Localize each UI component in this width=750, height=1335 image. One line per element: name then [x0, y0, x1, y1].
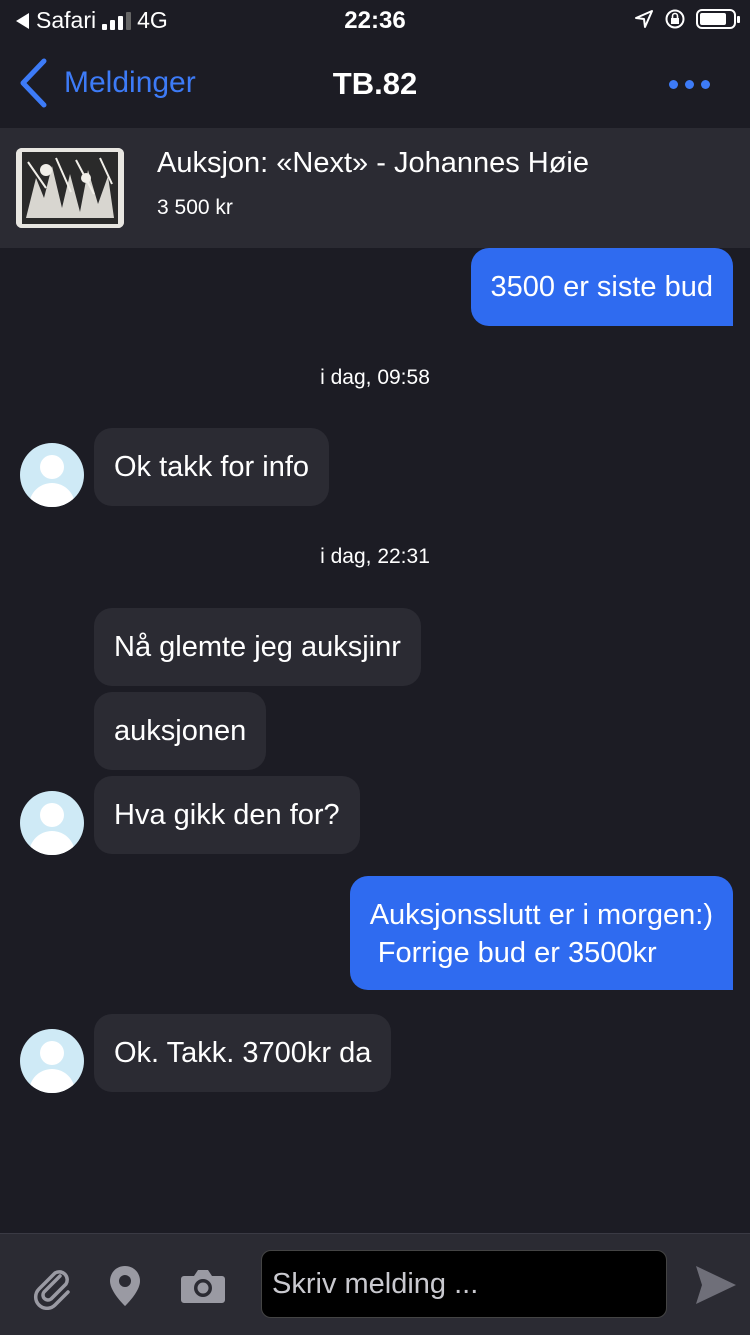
message-timestamp: i dag, 09:58: [320, 366, 430, 389]
paperclip-icon[interactable]: [30, 1264, 76, 1310]
message-bubble-incoming[interactable]: Nå glemte jeg auksjinr: [94, 608, 421, 686]
listing-title: Auksjon: «Next» - Johannes Høie: [157, 147, 589, 179]
listing-price: 3 500 kr: [157, 196, 233, 219]
avatar-icon[interactable]: [20, 443, 84, 507]
conversation-title: TB.82: [332, 66, 418, 101]
status-right: [634, 8, 740, 30]
nav-bar: Meldinger TB.82: [0, 44, 750, 129]
message-bubble-incoming[interactable]: Hva gikk den for?: [94, 776, 360, 854]
message-bubble-outgoing[interactable]: 3500 er siste bud: [470, 248, 733, 326]
camera-icon[interactable]: [180, 1268, 226, 1304]
message-bubble-outgoing[interactable]: Auksjonsslutt er i morgen:) Forrige bud …: [349, 876, 733, 990]
orientation-lock-icon: [665, 9, 685, 29]
more-icon[interactable]: [669, 80, 710, 89]
message-bubble-incoming[interactable]: Ok. Takk. 3700kr da: [94, 1014, 392, 1092]
send-icon[interactable]: [694, 1264, 738, 1306]
battery-icon: [696, 9, 740, 29]
avatar-icon[interactable]: [20, 1029, 84, 1093]
message-input[interactable]: [261, 1250, 667, 1318]
listing-header[interactable]: Auksjon: «Next» - Johannes Høie 3 500 kr: [0, 128, 750, 248]
message-bubble-incoming[interactable]: auksjonen: [94, 692, 267, 770]
listing-thumbnail: [16, 148, 124, 228]
status-bar: Safari 4G 22:36: [0, 0, 750, 42]
location-pin-icon[interactable]: [108, 1264, 142, 1308]
avatar-icon[interactable]: [20, 791, 84, 855]
message-bubble-incoming[interactable]: Ok takk for info: [94, 428, 330, 506]
message-composer: [0, 1233, 750, 1335]
message-timestamp: i dag, 22:31: [320, 545, 430, 568]
location-arrow-icon: [635, 10, 653, 28]
